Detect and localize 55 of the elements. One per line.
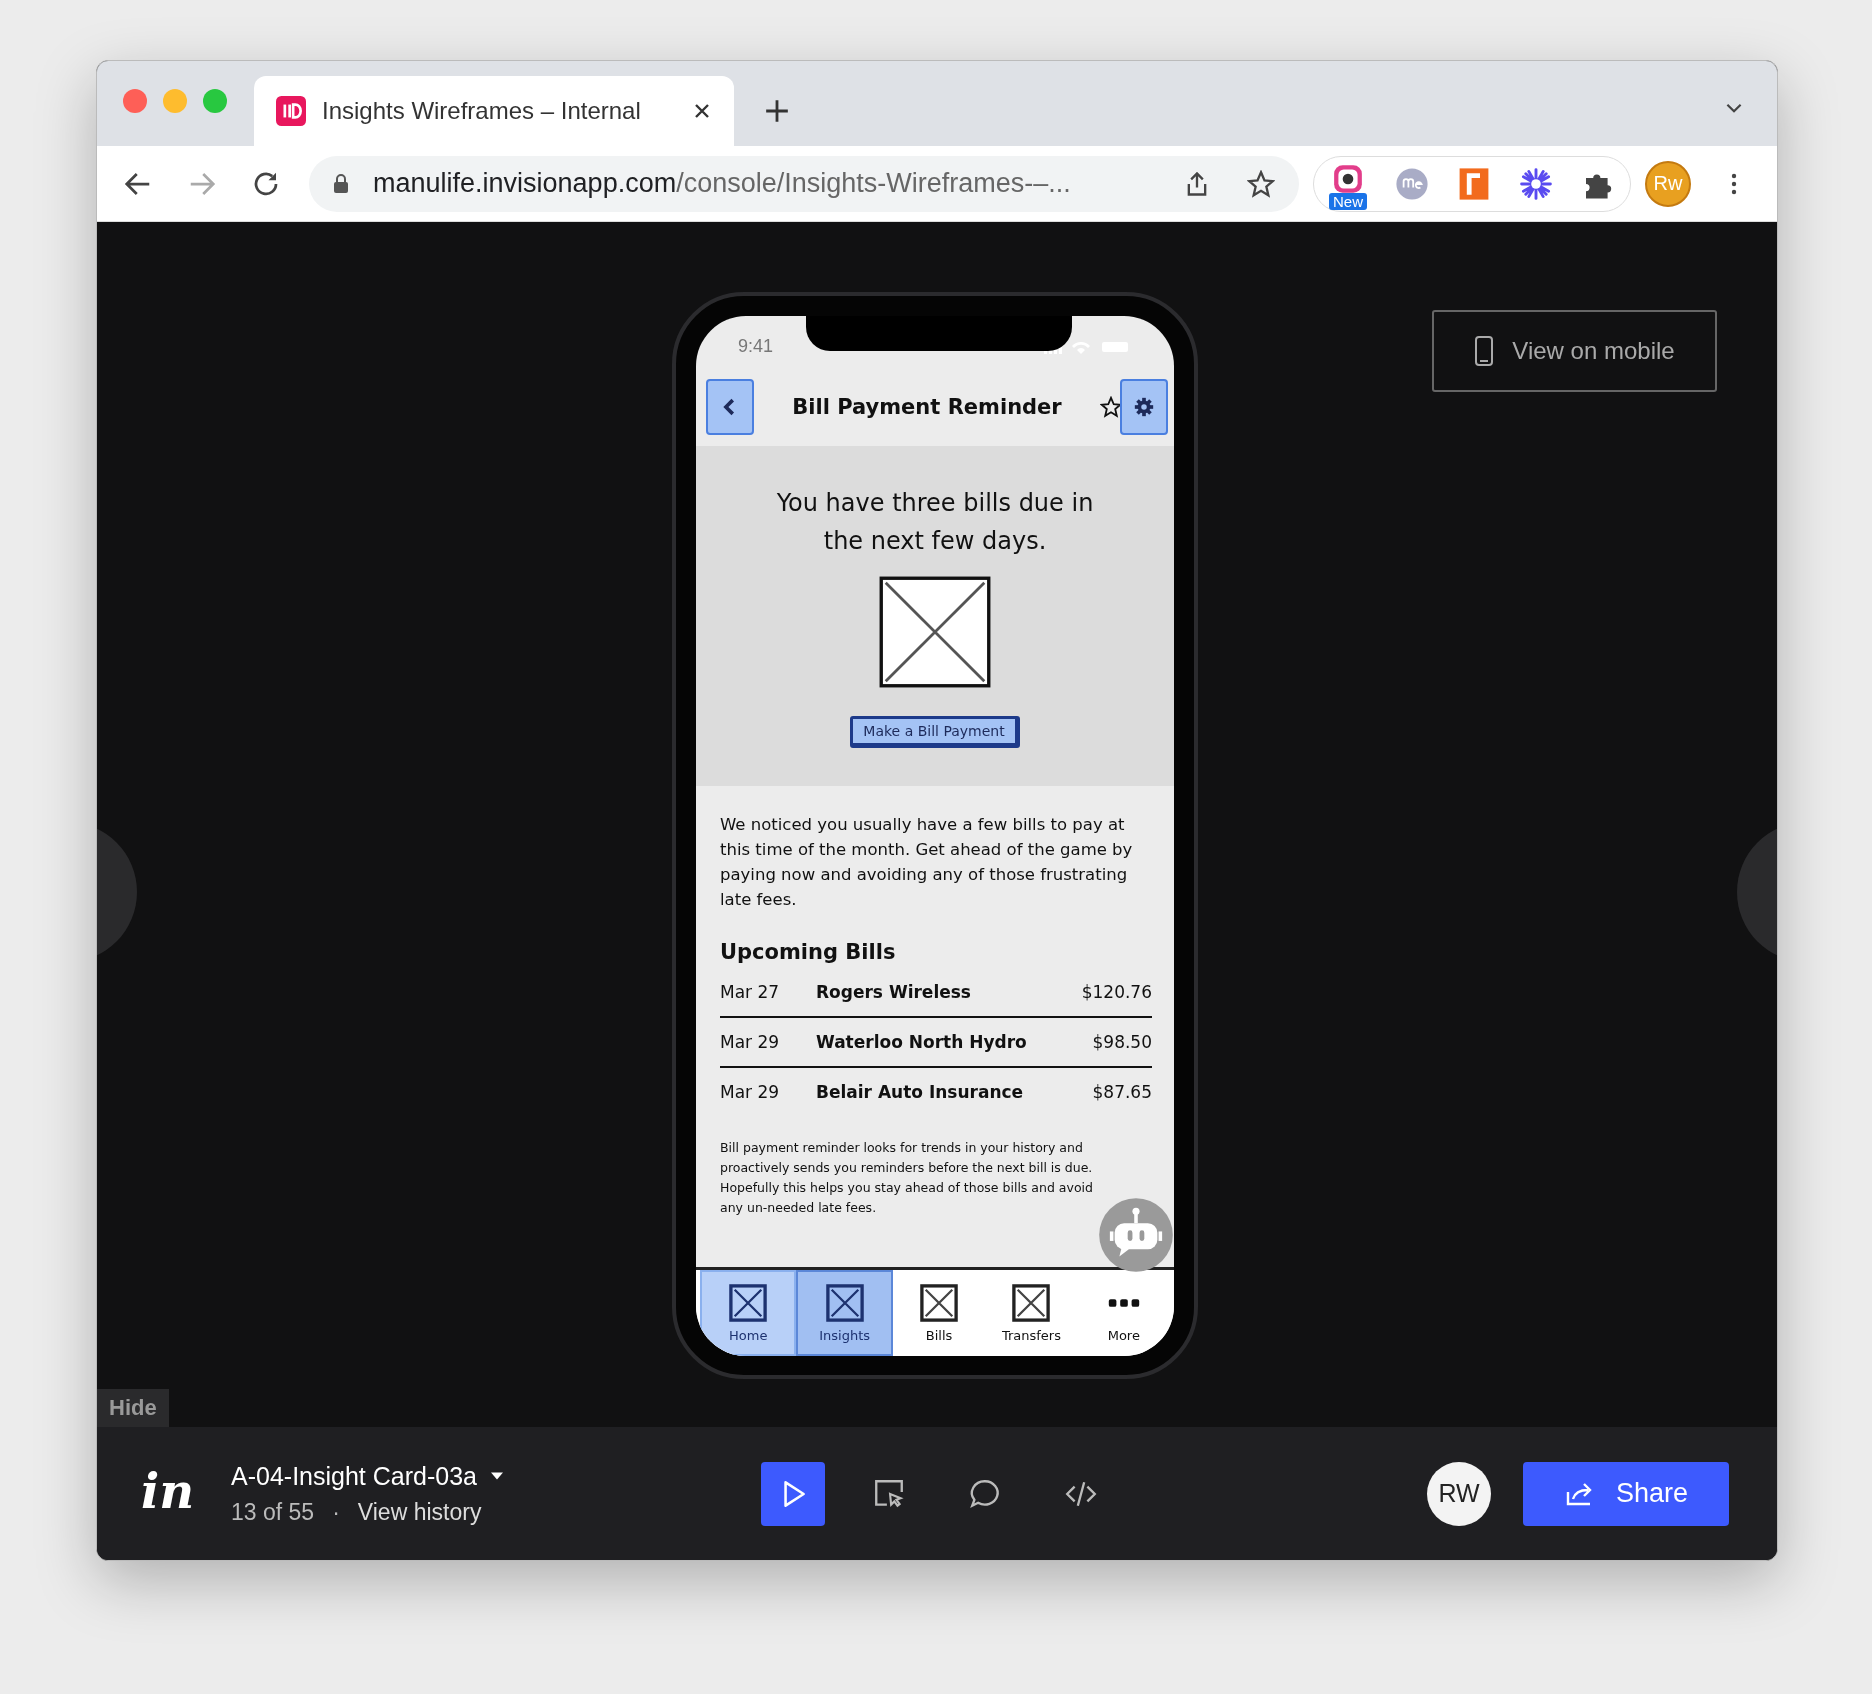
asterisk-extension-icon[interactable] xyxy=(1518,165,1554,202)
bill-amount: $120.76 xyxy=(1081,982,1152,1002)
image-placeholder-icon xyxy=(879,574,991,690)
url-text: manulife.invisionapp.com/console/Insights-Wireframes-–... xyxy=(373,168,1072,199)
invision-logo-icon xyxy=(276,96,306,126)
bill-payee: Belair Auto Insurance xyxy=(816,1082,1025,1102)
headline: You have three bills due in the next few days. xyxy=(775,488,1095,557)
new-tab-icon[interactable] xyxy=(764,98,790,124)
play-mode-button[interactable] xyxy=(761,1461,825,1526)
image-placeholder-icon xyxy=(920,1283,958,1322)
hide-button[interactable]: Hide xyxy=(97,1389,169,1427)
back-button[interactable] xyxy=(706,379,754,435)
make-payment-button[interactable]: Make a Bill Payment xyxy=(850,716,1020,748)
image-placeholder-icon xyxy=(1012,1283,1051,1322)
tab-bar-item[interactable]: Transfers xyxy=(985,1270,1078,1356)
section-title: Upcoming Bills xyxy=(720,940,897,964)
user-avatar[interactable]: RW xyxy=(1427,1461,1491,1526)
screen-position: 13 of 55 xyxy=(231,1498,315,1526)
menu-icon[interactable] xyxy=(1731,171,1737,196)
separator-dot: · xyxy=(332,1498,340,1526)
view-history-link[interactable]: View history xyxy=(357,1498,482,1526)
share-button[interactable]: Share xyxy=(1523,1461,1729,1526)
settings-button[interactable] xyxy=(1120,379,1168,435)
lock-icon xyxy=(333,173,349,194)
tab-bar-item[interactable]: Home xyxy=(700,1270,797,1356)
bill-payee: Rogers Wireless xyxy=(816,982,972,1002)
screen-name[interactable]: A-04-Insight Card-03a xyxy=(231,1461,477,1491)
camera-extension-icon[interactable] xyxy=(1332,165,1364,193)
view-on-mobile-button[interactable]: View on mobile xyxy=(1432,310,1717,392)
bill-date: Mar 29 xyxy=(720,1032,781,1052)
image-placeholder-icon xyxy=(825,1283,864,1322)
screen-title: Bill Payment Reminder xyxy=(791,395,1063,419)
invision-logo[interactable]: in xyxy=(141,1462,231,1519)
footnote-paragraph: Bill payment reminder looks for trends in your history and proactively sends you reminders before the next bill is due. Hopefully this helps you stay ahead of those bills and avoid any un-needed late fees. xyxy=(720,1139,1094,1217)
status-time: 9:41 xyxy=(738,335,774,357)
browser-tab[interactable]: Insights Wireframes – Internal xyxy=(254,76,734,146)
chatbot-button-icon[interactable] xyxy=(1098,1197,1174,1273)
caret-icon[interactable] xyxy=(490,1472,503,1480)
tab-bar-item[interactable]: More xyxy=(1077,1270,1171,1356)
bill-date: Mar 29 xyxy=(720,1082,781,1102)
settings-icon xyxy=(1133,396,1155,418)
phone-icon xyxy=(1474,333,1495,369)
star-icon[interactable] xyxy=(1100,396,1122,418)
bill-payee: Waterloo North Hydro xyxy=(816,1032,1028,1052)
intro-paragraph: We noticed you usually have a few bills to pay at this time of the month. Get ahead of the game by paying now and avoiding any of those frustrating late fees. xyxy=(720,814,1134,911)
star-icon[interactable] xyxy=(1247,169,1275,198)
tab-title: Insights Wireframes – Internal xyxy=(322,97,642,125)
image-placeholder-icon xyxy=(729,1283,768,1322)
bill-amount: $98.50 xyxy=(1092,1032,1152,1052)
new-badge: New xyxy=(1329,193,1367,210)
bill-amount: $87.65 xyxy=(1092,1082,1152,1102)
tab-bar-item[interactable]: Bills xyxy=(892,1270,986,1356)
bill-date: Mar 27 xyxy=(720,982,781,1002)
tab-bar-item[interactable]: Insights xyxy=(796,1270,893,1356)
address-bar[interactable]: manulife.invisionapp.com/console/Insights-Wireframes-–... xyxy=(309,155,1299,212)
